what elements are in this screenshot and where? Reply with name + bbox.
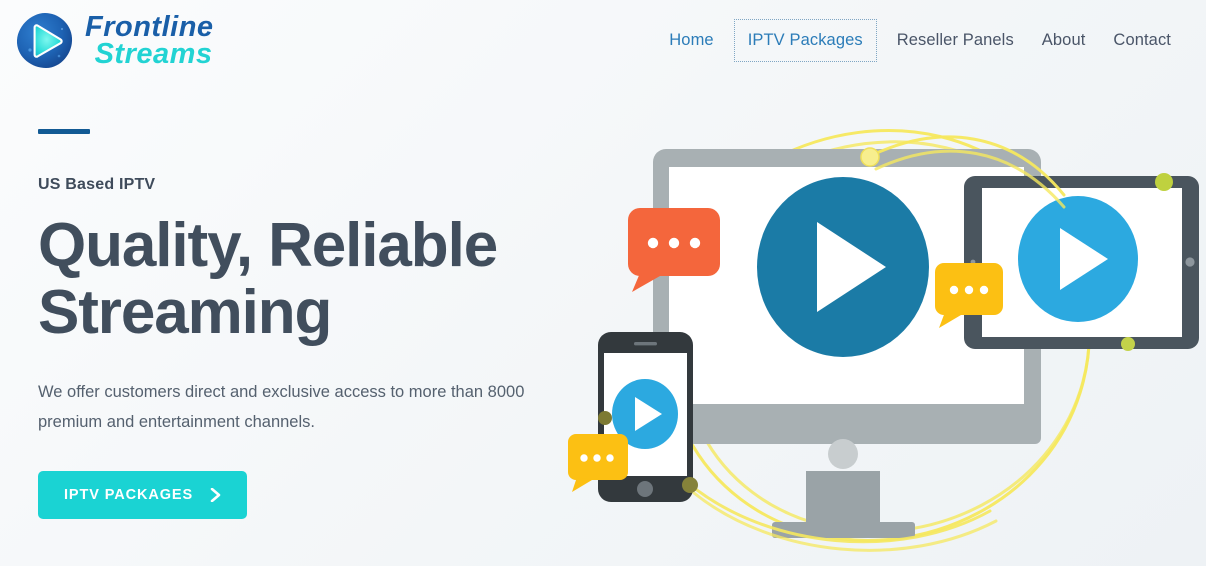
hero-title: Quality, Reliable Streaming bbox=[38, 211, 568, 347]
phone-speaker-slot bbox=[634, 342, 657, 346]
tablet-home-button bbox=[1185, 257, 1195, 267]
brand-name-line1: Frontline bbox=[85, 11, 214, 44]
brand-wordmark: Frontline Streams bbox=[85, 11, 214, 70]
hero-title-line2: Streaming bbox=[38, 277, 332, 347]
nav-item-about[interactable]: About bbox=[1028, 20, 1100, 61]
hero-subtitle: We offer customers direct and exclusive … bbox=[38, 382, 525, 432]
main-navigation: Home IPTV Packages Reseller Panels About… bbox=[655, 19, 1185, 62]
hero-section: US Based IPTV Quality, Reliable Streamin… bbox=[0, 81, 1206, 566]
nav-item-home[interactable]: Home bbox=[655, 20, 727, 61]
brand-name-line2: Streams bbox=[94, 38, 213, 70]
nav-item-contact[interactable]: Contact bbox=[1099, 20, 1185, 61]
monitor-power-button bbox=[828, 439, 858, 469]
tablet-device bbox=[964, 176, 1199, 349]
orbit-dot-phone-left bbox=[598, 411, 612, 425]
play-logo-icon bbox=[16, 12, 73, 68]
hero-accent-rule bbox=[38, 129, 90, 134]
chevron-right-icon bbox=[210, 487, 221, 502]
hero-eyebrow: US Based IPTV bbox=[38, 176, 156, 193]
nav-item-iptv-packages[interactable]: IPTV Packages bbox=[733, 19, 877, 62]
brand-logo-link[interactable]: Frontline Streams bbox=[14, 10, 214, 72]
hero-title-line1: Quality, Reliable bbox=[38, 211, 498, 280]
hero-copy: US Based IPTV Quality, Reliable Streamin… bbox=[38, 129, 568, 519]
orbit-dot-tablet-top bbox=[1155, 173, 1173, 191]
site-header: Frontline Streams Home IPTV Packages Res… bbox=[0, 0, 1206, 81]
iptv-packages-cta-button[interactable]: IPTV PACKAGES bbox=[38, 470, 248, 519]
phone-home-button bbox=[637, 481, 653, 497]
tablet-play-button bbox=[1018, 196, 1138, 322]
orbit-dot-top bbox=[860, 147, 880, 167]
orbit-dot-tablet-bottom bbox=[1121, 337, 1135, 351]
nav-item-reseller-panels[interactable]: Reseller Panels bbox=[883, 20, 1028, 61]
multi-device-streaming-illustration bbox=[560, 81, 1206, 566]
cta-label: IPTV PACKAGES bbox=[64, 486, 194, 503]
orbit-dot-phone-bottom bbox=[682, 477, 698, 493]
monitor-play-button bbox=[757, 177, 929, 357]
